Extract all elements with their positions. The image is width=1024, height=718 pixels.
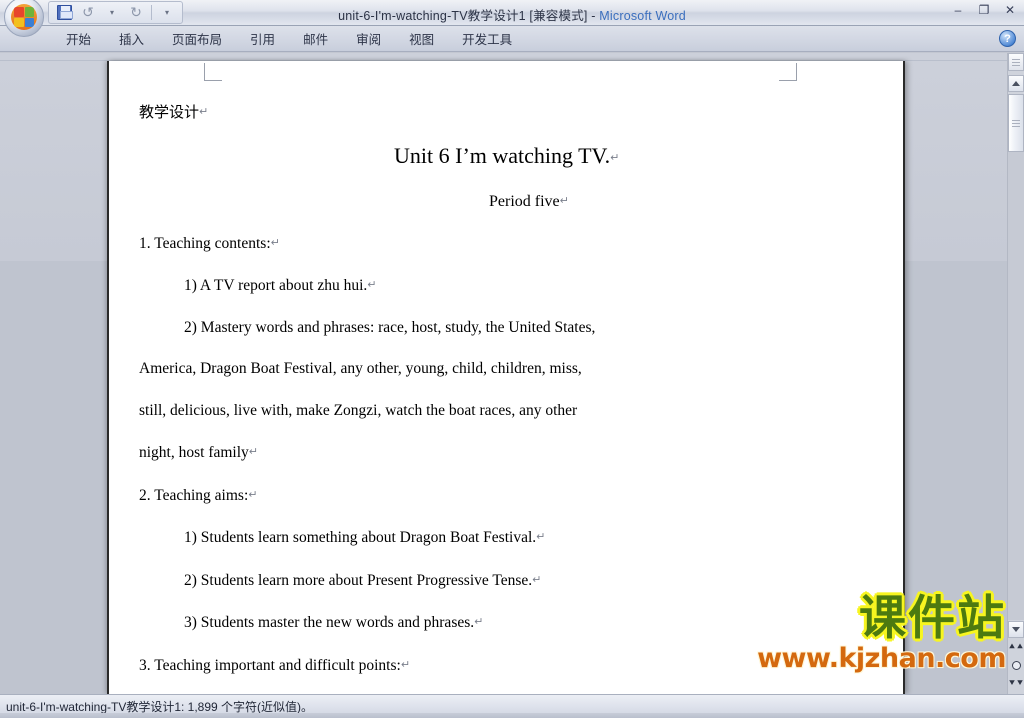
doc-line-text: Period five bbox=[489, 192, 560, 210]
close-icon[interactable]: ✕ bbox=[1000, 2, 1020, 18]
scrollbar-thumb-grip bbox=[1012, 119, 1020, 127]
tab-view[interactable]: 视图 bbox=[395, 26, 448, 52]
doc-line-sec-2-item-3: 3) Students master the new words and phr… bbox=[139, 601, 877, 644]
doc-line-sec-2-item-2: 2) Students learn more about Present Pro… bbox=[139, 559, 877, 602]
paragraph-mark-icon: ↵ bbox=[400, 657, 411, 671]
doc-line-sec-1-item-2c: still, delicious, live with, make Zongzi… bbox=[139, 390, 877, 432]
doc-line-text: 2. Teaching aims: bbox=[139, 486, 249, 504]
paragraph-mark-icon: ↵ bbox=[610, 150, 620, 164]
tab-page-layout[interactable]: 页面布局 bbox=[158, 26, 236, 52]
doc-line-title-unit: Unit 6 I’m watching TV.↵ bbox=[139, 134, 877, 180]
window-controls: – ❐ ✕ bbox=[948, 2, 1020, 18]
doc-line-text: 3) Students master the new words and phr… bbox=[184, 614, 475, 631]
office-logo-icon bbox=[11, 4, 37, 30]
window-title-document: unit-6-I'm-watching-TV教学设计1 [兼容模式] bbox=[338, 9, 588, 23]
tab-mailings[interactable]: 邮件 bbox=[289, 26, 342, 52]
split-grip bbox=[1012, 58, 1020, 66]
window-title-app: Microsoft Word bbox=[599, 9, 686, 23]
tab-review[interactable]: 审阅 bbox=[342, 26, 395, 52]
doc-line-heading-jiaoxue: 教学设计↵ bbox=[139, 91, 877, 134]
paragraph-mark-icon: ↵ bbox=[248, 445, 259, 458]
tab-insert[interactable]: 插入 bbox=[105, 26, 158, 52]
ribbon-tab-bar: 开始 插入 页面布局 引用 邮件 审阅 视图 开发工具 ? bbox=[0, 26, 1024, 52]
doc-line-subtitle-period: Period five↵ bbox=[139, 180, 877, 222]
tab-references[interactable]: 引用 bbox=[236, 26, 289, 52]
document-page[interactable]: 教学设计↵ Unit 6 I’m watching TV.↵ Period five… bbox=[107, 61, 907, 716]
chevron-up-icon bbox=[1012, 81, 1020, 86]
doc-line-text: 2) Mastery words and phrases: race, host… bbox=[184, 318, 596, 336]
chevron-down-icon bbox=[1012, 627, 1020, 632]
vertical-scrollbar[interactable]: ⯅⯅ ⯆⯆ bbox=[1007, 53, 1024, 694]
scroll-up-button[interactable] bbox=[1008, 75, 1024, 92]
doc-line-text: 3. Teaching important and difficult poin… bbox=[139, 656, 401, 674]
status-bar-bottom-strip bbox=[0, 713, 1024, 718]
window-title: unit-6-I'm-watching-TV教学设计1 [兼容模式] - Mic… bbox=[0, 5, 1024, 24]
doc-line-sec-3: 3. Teaching important and difficult poin… bbox=[139, 644, 877, 687]
scroll-down-button[interactable] bbox=[1008, 621, 1024, 638]
doc-line-sec-1-item-2a: 2) Mastery words and phrases: race, host… bbox=[139, 307, 877, 349]
workspace-top-strip bbox=[0, 53, 1008, 61]
paragraph-mark-icon: ↵ bbox=[532, 572, 542, 586]
help-icon[interactable]: ? bbox=[999, 30, 1016, 47]
paragraph-mark-icon: ↵ bbox=[270, 235, 280, 249]
paragraph-mark-icon: ↵ bbox=[199, 105, 209, 118]
scrollbar-track[interactable] bbox=[1008, 152, 1024, 620]
doc-line-text: 2) Students learn more about Present Pro… bbox=[184, 571, 533, 589]
window-title-separator: - bbox=[587, 9, 600, 23]
doc-line-sec-2: 2. Teaching aims:↵ bbox=[139, 474, 877, 517]
paragraph-mark-icon: ↵ bbox=[474, 615, 484, 628]
doc-line-text: still, delicious, live with, make Zongzi… bbox=[139, 401, 578, 419]
doc-line-sec-1-item-2d: night, host family↵ bbox=[139, 431, 877, 474]
doc-line-text: 教学设计 bbox=[139, 104, 200, 121]
previous-page-icon[interactable]: ⯅⯅ bbox=[1008, 638, 1024, 656]
select-browse-object-button[interactable] bbox=[1008, 656, 1024, 674]
doc-line-text: 1. Teaching contents: bbox=[139, 234, 271, 252]
doc-line-text: 1) A TV report about zhu hui. bbox=[184, 277, 368, 294]
doc-line-text: Unit 6 I’m watching TV. bbox=[394, 142, 611, 168]
doc-line-text: night, host family bbox=[139, 444, 249, 461]
paragraph-mark-icon: ↵ bbox=[536, 530, 546, 543]
paragraph-mark-icon: ↵ bbox=[248, 487, 258, 501]
title-bar: ↺ ▾ ↻ ▾ unit-6-I'm-watching-TV教学设计1 [兼容模… bbox=[0, 0, 1024, 37]
paragraph-mark-icon: ↵ bbox=[559, 193, 569, 207]
doc-line-text: America, Dragon Boat Festival, any other… bbox=[139, 360, 582, 377]
next-page-icon[interactable]: ⯆⯆ bbox=[1008, 674, 1024, 692]
document-workspace: 教学设计↵ Unit 6 I’m watching TV.↵ Period five… bbox=[0, 53, 1024, 716]
tab-developer[interactable]: 开发工具 bbox=[448, 26, 526, 52]
doc-line-sec-1: 1. Teaching contents:↵ bbox=[139, 222, 877, 265]
scrollbar-thumb[interactable] bbox=[1008, 94, 1024, 152]
doc-line-sec-1-item-1: 1) A TV report about zhu hui.↵ bbox=[139, 264, 877, 307]
browse-object-icon bbox=[1011, 660, 1021, 670]
doc-line-text: 1) Students learn something about Dragon… bbox=[184, 529, 537, 546]
tab-home[interactable]: 开始 bbox=[52, 26, 105, 52]
doc-line-sec-1-item-2b: America, Dragon Boat Festival, any other… bbox=[139, 348, 877, 390]
doc-line-sec-2-item-1: 1) Students learn something about Dragon… bbox=[139, 516, 877, 559]
restore-icon[interactable]: ❐ bbox=[974, 2, 994, 18]
minimize-icon[interactable]: – bbox=[948, 2, 968, 18]
split-handle-icon[interactable] bbox=[1008, 53, 1024, 71]
document-text-area[interactable]: 教学设计↵ Unit 6 I’m watching TV.↵ Period five… bbox=[109, 61, 907, 716]
paragraph-mark-icon: ↵ bbox=[367, 278, 377, 291]
status-bar: unit-6-I'm-watching-TV教学设计1: 1,899 个字符(近… bbox=[0, 694, 1024, 718]
